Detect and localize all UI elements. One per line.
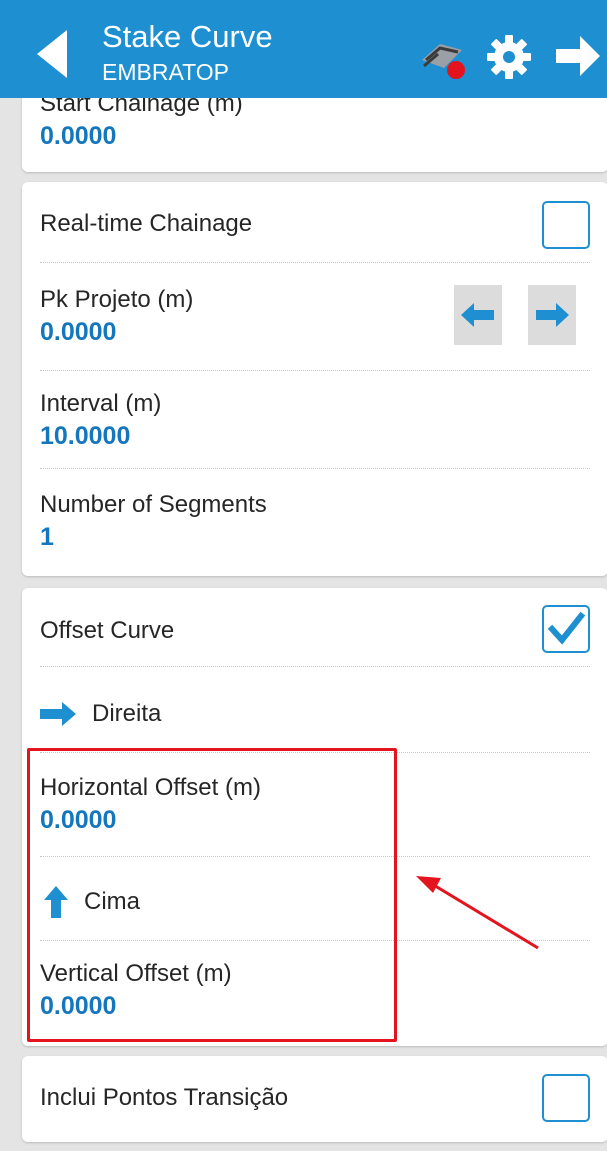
transition-points-row[interactable]: Inclui Pontos Transição	[40, 1084, 590, 1112]
header-titles: Stake Curve EMBRATOP	[102, 20, 273, 86]
arrow-right-icon	[40, 702, 76, 726]
interval-label: Interval (m)	[40, 390, 162, 417]
offset-curve-checkbox[interactable]	[542, 605, 590, 653]
annotation-highlight-box	[27, 748, 397, 1042]
arrow-left-icon	[461, 303, 494, 327]
horizontal-direction-selector[interactable]: Direita	[40, 700, 590, 728]
segments-value: 1	[40, 523, 54, 551]
pk-projeto-value: 0.0000	[40, 318, 117, 346]
back-button[interactable]	[32, 26, 72, 82]
next-button[interactable]	[556, 36, 600, 81]
job-name: EMBRATOP	[102, 59, 229, 85]
divider	[40, 468, 590, 469]
divider	[40, 666, 590, 667]
interval-field[interactable]: Interval (m) 10.0000	[40, 390, 590, 450]
realtime-chainage-row[interactable]: Real-time Chainage	[40, 210, 590, 238]
satellite-status-icon	[422, 44, 465, 79]
pk-decrement-button[interactable]	[454, 285, 502, 345]
pk-projeto-field[interactable]: Pk Projeto (m) 0.0000	[40, 286, 590, 346]
page-title: Stake Curve	[102, 19, 273, 54]
pk-projeto-label: Pk Projeto (m)	[40, 286, 194, 313]
transition-points-checkbox[interactable]	[542, 1074, 590, 1122]
realtime-chainage-checkbox[interactable]	[542, 201, 590, 249]
divider	[40, 262, 590, 263]
segments-field[interactable]: Number of Segments 1	[40, 491, 590, 551]
start-chainage-field[interactable]: Start Chainage (m) 0.0000	[40, 90, 590, 150]
interval-value: 10.0000	[40, 422, 131, 450]
checkmark-icon	[547, 611, 586, 645]
segments-label: Number of Segments	[40, 491, 267, 518]
horizontal-direction-label: Direita	[92, 700, 162, 727]
offset-curve-row[interactable]: Offset Curve	[40, 617, 590, 645]
pk-increment-button[interactable]	[528, 285, 576, 345]
gear-icon	[487, 35, 531, 79]
start-chainage-value: 0.0000	[40, 122, 117, 150]
transition-points-label: Inclui Pontos Transição	[40, 1084, 289, 1111]
transition-points-card: Inclui Pontos Transição	[22, 1056, 607, 1142]
chainage-card: Real-time Chainage Pk Projeto (m) 0.0000…	[22, 182, 607, 576]
settings-button[interactable]	[485, 33, 533, 86]
divider	[40, 370, 590, 371]
settings-scroll-area[interactable]: Start Chainage (m) 0.0000 Real-time Chai…	[0, 0, 607, 1151]
chevron-left-icon	[37, 30, 67, 78]
arrow-right-icon	[536, 303, 569, 327]
realtime-chainage-label: Real-time Chainage	[40, 210, 253, 237]
arrow-right-icon	[556, 36, 600, 76]
survey-status-button[interactable]	[418, 38, 468, 85]
offset-curve-label: Offset Curve	[40, 617, 175, 644]
app-header: Stake Curve EMBRATOP	[0, 0, 607, 98]
